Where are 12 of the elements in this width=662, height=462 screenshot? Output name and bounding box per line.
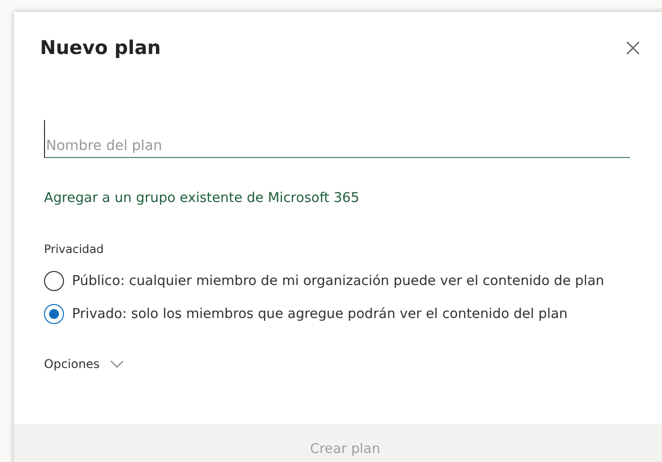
radio-button[interactable] xyxy=(44,271,64,291)
radio-button[interactable] xyxy=(44,304,64,324)
privacy-option[interactable]: Público: cualquier miembro de mi organización puede ver el contenido de plan xyxy=(44,271,662,291)
plan-name-field[interactable]: Nombre del plan xyxy=(44,120,630,158)
privacy-option[interactable]: Privado: solo los miembros que agregue podrán ver el contenido del plan xyxy=(44,304,662,324)
dialog-title: Nuevo plan xyxy=(40,37,161,59)
group-link[interactable]: Agregar a un grupo existente de Microsoft 365 xyxy=(44,190,360,206)
privacy-label: Privacidad xyxy=(44,242,105,256)
close-icon xyxy=(625,40,641,56)
close-button[interactable] xyxy=(625,40,641,56)
chevron-icon xyxy=(110,360,124,368)
options-toggle[interactable]: Opciones xyxy=(44,357,124,371)
